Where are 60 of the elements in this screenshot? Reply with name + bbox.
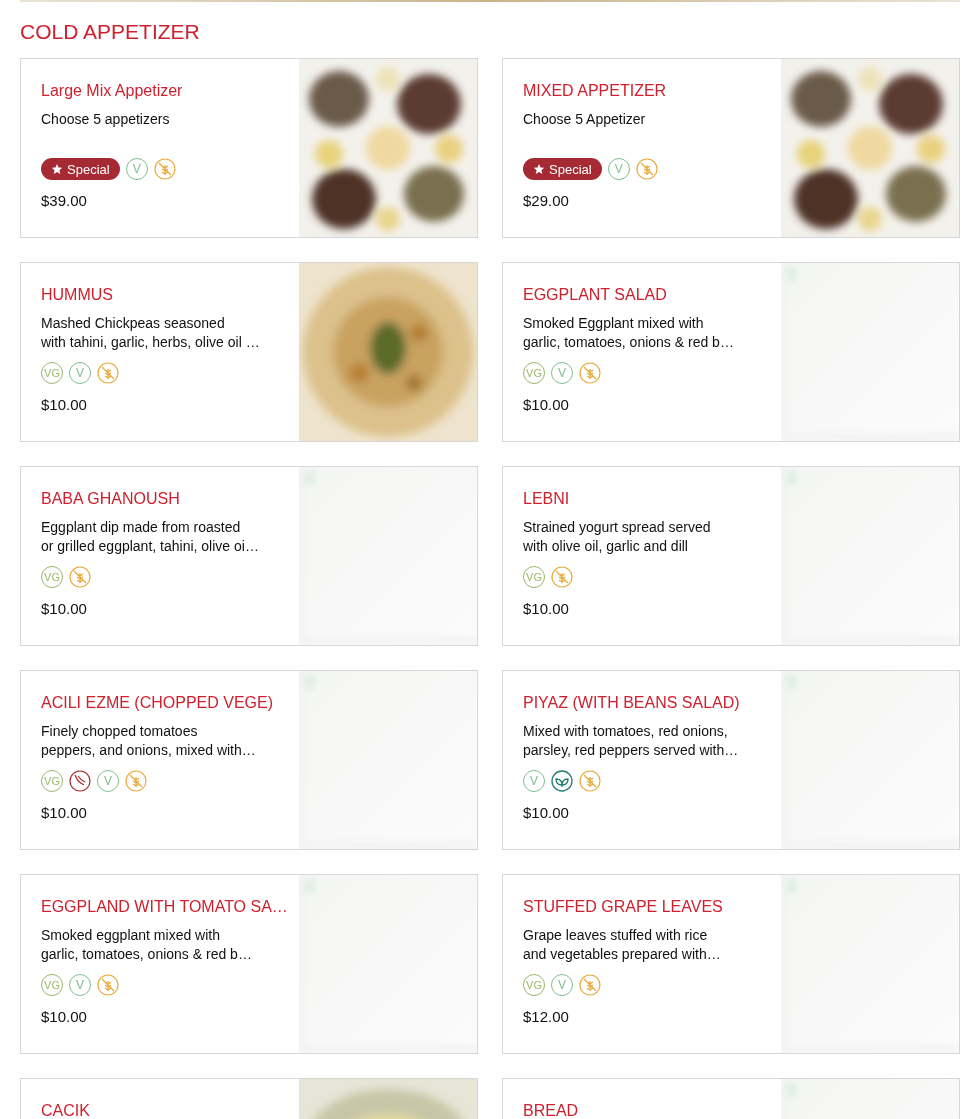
item-price: $39.00 — [41, 192, 88, 209]
menu-item-card[interactable]: PIYAZ (WITH BEANS SALAD) Mixed with tomatoes, red onions, parsley, red peppers served with… V $10.00 — [502, 670, 960, 850]
gluten-free-icon — [579, 362, 601, 384]
leaf-icon — [551, 770, 573, 792]
item-price: $10.00 — [41, 1008, 88, 1025]
item-title: BABA GHANOUSH — [41, 489, 181, 509]
gluten-free-icon — [153, 158, 176, 180]
star-icon — [533, 163, 545, 175]
item-price: $10.00 — [41, 600, 88, 617]
item-title: Large Mix Appetizer — [41, 81, 184, 101]
item-description: Choose 5 appetizers — [41, 110, 171, 129]
menu-item-card[interactable]: Large Mix Appetizer Choose 5 appetizers Special V $39.00 — [20, 58, 478, 238]
item-price: $10.00 — [523, 600, 570, 617]
menu-item-card[interactable]: EGGPLANT SALAD Smoked Eggplant mixed with garlic, tomatoes, onions & red b… VG V $10.00 — [502, 262, 960, 442]
item-title: CACIK — [41, 1101, 91, 1119]
item-title: MIXED APPETIZER — [523, 81, 668, 101]
item-title: STUFFED GRAPE LEAVES — [523, 897, 724, 917]
menu-item-card[interactable]: LEBNI Strained yogurt spread served with olive oil, garlic and dill VG $10.00 — [502, 466, 960, 646]
menu-item-card[interactable]: CACIK — [20, 1078, 478, 1119]
item-description: Eggplant dip made from roasted or grilled eggplant, tahini, olive oi… — [41, 518, 260, 556]
item-price: $10.00 — [523, 804, 570, 821]
gluten-free-icon — [579, 974, 601, 996]
item-price: $10.00 — [523, 396, 570, 413]
chili-pepper-icon — [69, 770, 91, 792]
item-price: $12.00 — [523, 1008, 570, 1025]
item-description: Smoked eggplant mixed with garlic, tomatoes, onions & red b… — [41, 926, 253, 964]
menu-item-card[interactable]: STUFFED GRAPE LEAVES Grape leaves stuffed with rice and vegetables prepared with… VG V $12.00 — [502, 874, 960, 1054]
gluten-free-icon — [635, 158, 658, 180]
item-price: $29.00 — [523, 192, 570, 209]
gluten-free-icon — [97, 974, 119, 996]
gluten-free-icon — [551, 566, 573, 588]
gluten-free-icon — [97, 362, 119, 384]
gluten-free-icon — [69, 566, 91, 588]
menu-item-card[interactable]: BABA GHANOUSH Eggplant dip made from roasted or grilled eggplant, tahini, olive oi… VG $10.00 — [20, 466, 478, 646]
item-description: Smoked Eggplant mixed with garlic, tomatoes, onions & red b… — [523, 314, 735, 352]
item-title: HUMMUS — [41, 285, 114, 305]
menu-item-card[interactable]: ACILI EZME (CHOPPED VEGE) Finely chopped tomatoes peppers, and onions, mixed with… VG V $10.00 — [20, 670, 478, 850]
gluten-free-icon — [125, 770, 147, 792]
menu-item-card[interactable]: EGGPLAND WITH TOMATO SA… Smoked eggplant mixed with garlic, tomatoes, onions & red b… VG V $10.00 — [20, 874, 478, 1054]
section-title: COLD APPETIZER — [20, 20, 201, 44]
item-title: BREAD — [523, 1101, 580, 1119]
item-description: Finely chopped tomatoes peppers, and onions, mixed with… — [41, 722, 257, 760]
item-price: $10.00 — [41, 396, 88, 413]
item-title: PIYAZ (WITH BEANS SALAD) — [523, 693, 741, 713]
special-badge: Special — [41, 158, 120, 180]
menu-item-card[interactable]: BREAD — [502, 1078, 960, 1119]
item-description: Grape leaves stuffed with rice and vegetables prepared with… — [523, 926, 722, 964]
item-price: $10.00 — [41, 804, 88, 821]
item-description: Choose 5 Appetizer — [523, 110, 647, 129]
item-title: LEBNI — [523, 489, 571, 509]
gluten-free-icon — [579, 770, 601, 792]
menu-item-card[interactable]: HUMMUS Mashed Chickpeas seasoned with tahini, garlic, herbs, olive oil … VG V $10.00 — [20, 262, 478, 442]
item-title: ACILI EZME (CHOPPED VEGE) — [41, 693, 275, 713]
item-title: EGGPLANT SALAD — [523, 285, 668, 305]
menu-item-card[interactable]: MIXED APPETIZER Choose 5 Appetizer Special V $29.00 — [502, 58, 960, 238]
item-description: Mixed with tomatoes, red onions, parsley, red peppers served with… — [523, 722, 740, 760]
item-description: Mashed Chickpeas seasoned with tahini, garlic, herbs, olive oil … — [41, 314, 261, 352]
star-icon — [51, 163, 63, 175]
item-description: Strained yogurt spread served with olive oil, garlic and dill — [523, 518, 712, 556]
special-badge: Special — [523, 158, 602, 180]
